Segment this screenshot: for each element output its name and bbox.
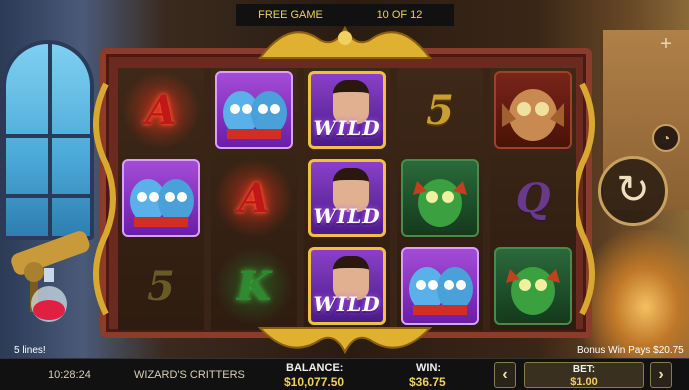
symbol-letter: A [145,86,177,134]
bet-decrease-button[interactable]: ‹ [494,362,516,388]
potion-bottle-decoration [31,268,67,322]
bet-display: BET: $1.00 [524,362,644,388]
reel-symbol-five: 5 [118,244,204,328]
arched-window [2,40,94,240]
reel-symbol-green-dragon [397,156,483,240]
reel-symbol-red-a: A [118,68,204,152]
reel-5: Q [490,68,576,330]
reel-symbol-green-dragon [490,244,576,328]
reel-symbol-wizard-wild: WILD [304,68,390,152]
reel-symbol-five: 5 [397,68,483,152]
reel-symbol-twin-critters [397,244,483,328]
lines-message: 5 lines! [14,345,46,356]
wizard-wild-icon: WILD [308,71,386,149]
top-ornament [257,25,433,59]
twin-critters-icon [122,159,200,237]
bonus-win-message: Bonus Win Pays $20.75 [577,345,684,356]
twin-critters-icon [215,71,293,149]
symbol-letter: A [238,174,270,222]
reel-symbol-red-a: A [211,156,297,240]
symbol-letter: K [236,262,272,310]
wizard-wild-icon: WILD [308,159,386,237]
wizard-wild-icon: WILD [308,247,386,325]
win-label: WIN: [416,362,442,374]
reel-3: WILD WILD WILD [304,68,390,330]
reel-symbol-twin-critters [211,68,297,152]
speedometer-icon[interactable]: ◔ [652,124,680,152]
bet-increase-button[interactable]: › [650,362,672,388]
reel-symbol-wizard-wild: WILD [304,244,390,328]
reel-symbol-wizard-wild: WILD [304,156,390,240]
left-ornament [93,82,116,316]
reel-area: A 5 A K WILD WILD WILD 5 Q [118,68,576,330]
twin-critters-icon [401,247,479,325]
reel-symbol-owl-critter [490,68,576,152]
spin-button[interactable]: ↻ [598,156,668,226]
reel-symbol-twin-critters [118,156,204,240]
owl-critter-icon [494,71,572,149]
plus-icon[interactable]: + [656,34,676,54]
balance-value: $10,077.50 [284,375,345,389]
spin-icon: ↻ [616,168,650,212]
clock: 10:28:24 [48,369,91,381]
bet-value: $1.00 [570,376,598,388]
wild-label: WILD [313,116,381,140]
green-dragon-icon [401,159,479,237]
symbol-letter: 5 [147,262,175,310]
reel-symbol-green-k: K [211,244,297,328]
game-title: WIZARD'S CRITTERS [134,369,245,381]
chevron-right-icon: › [658,366,664,383]
symbol-letter: 5 [426,86,454,134]
chevron-left-icon: ‹ [502,366,508,383]
reel-1: A 5 [118,68,204,330]
wild-label: WILD [313,292,381,316]
balance-label: BALANCE: [286,362,344,374]
win-value: $36.75 [409,375,446,389]
reel-4: 5 [397,68,483,330]
reel-2: A K [211,68,297,330]
reel-symbol-purple-q: Q [490,156,576,240]
green-dragon-icon [494,247,572,325]
bottom-ornament [257,327,433,355]
symbol-letter: Q [515,174,551,222]
wild-label: WILD [313,204,381,228]
bet-label: BET: [572,364,596,375]
